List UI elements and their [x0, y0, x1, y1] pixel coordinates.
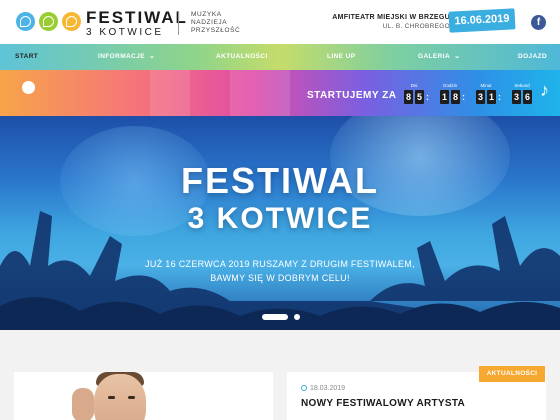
- countdown-unit-label: Minut: [480, 83, 492, 88]
- tagline: MUZYKA NADZIEJA PRZYSZŁOŚĆ: [191, 11, 240, 35]
- countdown-digit: 1: [440, 90, 449, 104]
- countdown-days: Dni 8 5: [404, 83, 424, 104]
- nav-label: START: [15, 53, 39, 60]
- brand-title: FESTIWAL: [86, 8, 188, 27]
- photo-eye: [128, 396, 135, 399]
- countdown-separator: :: [462, 92, 465, 102]
- nav-label: DOJAZD: [518, 53, 548, 60]
- countdown-digit: 8: [404, 90, 413, 104]
- slider-dot-active[interactable]: [262, 314, 288, 320]
- countdown-digit: 6: [523, 90, 532, 104]
- logo[interactable]: [16, 12, 81, 31]
- nav-item-galeria[interactable]: GALERIA ⌄: [418, 44, 460, 70]
- slider-dot[interactable]: [294, 314, 300, 320]
- nav-label: INFORMACJE: [98, 53, 145, 60]
- decor-stripe: [230, 70, 290, 116]
- countdown-digit: 3: [512, 90, 521, 104]
- countdown-label: STARTUJEMY ZA: [307, 90, 397, 101]
- divider: [178, 11, 179, 35]
- countdown-digit: 3: [476, 90, 485, 104]
- hero-title: FESTIWAL: [181, 160, 379, 201]
- brand-wordmark[interactable]: FESTIWAL 3 KOTWICE: [86, 9, 188, 38]
- tagline-line: PRZYSZŁOŚĆ: [191, 27, 241, 34]
- countdown-seconds: Sekund 3 6: [512, 83, 532, 104]
- nav-label: GALERIA: [418, 53, 451, 60]
- clock-icon: [301, 385, 307, 391]
- hero-subtitle: BAWMY SIĘ W DOBRYM CELU!: [210, 273, 350, 283]
- tagline-line: NADZIEJA: [191, 19, 228, 26]
- anchor-icon: [16, 12, 35, 31]
- anchor-icon: [62, 12, 81, 31]
- decor-dot: [22, 81, 35, 94]
- countdown-digit: 5: [415, 90, 424, 104]
- countdown-separator: :: [426, 92, 429, 102]
- anchor-icon: [39, 12, 58, 31]
- site-header: FESTIWAL 3 KOTWICE MUZYKA NADZIEJA PRZYS…: [0, 0, 560, 44]
- news-card-image[interactable]: [14, 372, 273, 420]
- news-title[interactable]: NOWY FESTIWALOWY ARTYSTA: [301, 398, 465, 409]
- nav-item-informacje[interactable]: INFORMACJE ⌄: [98, 44, 155, 70]
- nav-item-start[interactable]: START: [15, 44, 38, 70]
- main-nav: START INFORMACJE ⌄ AKTUALNOŚCI LINE UP GA…: [0, 44, 560, 70]
- countdown-unit-label: Sekund: [514, 83, 530, 88]
- chevron-down-icon: ⌄: [148, 53, 156, 60]
- tagline-line: MUZYKA: [191, 11, 222, 18]
- event-date-badge: 16.06.2019: [448, 8, 516, 33]
- venue-address: UL. B. CHROBREGO: [382, 23, 450, 30]
- facebook-icon[interactable]: f: [531, 15, 546, 30]
- countdown-separator: :: [498, 92, 501, 102]
- countdown-unit-label: Dni: [410, 83, 418, 88]
- photo-hand: [72, 388, 94, 420]
- photo-eye: [108, 396, 115, 399]
- news-date-text: 18.03.2019: [310, 385, 346, 392]
- nav-item-dojazd[interactable]: DOJAZD: [518, 44, 547, 70]
- music-note-icon: ♪: [540, 80, 549, 100]
- brand-subtitle: 3 KOTWICE: [86, 27, 164, 38]
- hero-subtitle: JUŻ 16 CZERWCA 2019 RUSZAMY Z DRUGIM FES…: [145, 259, 415, 269]
- countdown-minutes: Minut 3 1: [476, 83, 496, 104]
- countdown-unit-label: Godzin: [442, 83, 458, 88]
- category-badge[interactable]: AKTUALNOŚCI: [479, 366, 545, 382]
- decor-stripe: [150, 70, 190, 116]
- nav-label: LINE UP: [327, 53, 356, 60]
- venue-name: AMFITEATR MIEJSKI W BRZEGU: [332, 14, 450, 21]
- nav-label: AKTUALNOŚCI: [216, 53, 268, 60]
- news-date: 18.03.2019: [301, 385, 345, 392]
- venue-info: AMFITEATR MIEJSKI W BRZEGU UL. B. CHROBR…: [332, 14, 450, 30]
- nav-item-aktualnosci[interactable]: AKTUALNOŚCI: [216, 44, 268, 70]
- countdown-hours: Godzin 1 8: [440, 83, 460, 104]
- chevron-down-icon: ⌄: [454, 53, 461, 60]
- hero-title: 3 KOTWICE: [187, 202, 373, 235]
- countdown-digit: 1: [487, 90, 496, 104]
- slider-pagination: [262, 314, 300, 320]
- nav-item-line-up[interactable]: LINE UP: [327, 44, 355, 70]
- photo-face: [94, 374, 146, 420]
- countdown-digit: 8: [451, 90, 460, 104]
